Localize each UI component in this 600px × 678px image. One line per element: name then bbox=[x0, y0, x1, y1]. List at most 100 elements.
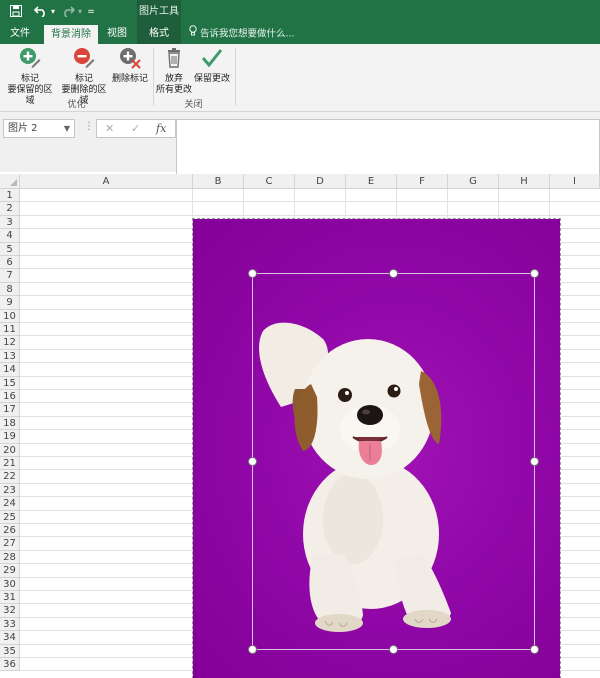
grid-row-line bbox=[20, 201, 600, 203]
tab-format[interactable]: 格式 bbox=[137, 24, 181, 44]
row-header[interactable]: 31 bbox=[0, 591, 20, 605]
row-header[interactable]: 13 bbox=[0, 349, 20, 364]
minus-pencil-icon bbox=[58, 47, 110, 73]
row-header[interactable]: 26 bbox=[0, 524, 20, 538]
excel-window: ▾ ▾ = 图片工具 文件 背景消除 视图 格式 告诉我您想要做什么... 标记… bbox=[0, 0, 600, 678]
ribbon-separator bbox=[235, 48, 236, 106]
row-header[interactable]: 18 bbox=[0, 416, 20, 431]
row-header[interactable]: 15 bbox=[0, 376, 20, 390]
group-close-label: 关闭 bbox=[184, 100, 203, 110]
row-header[interactable]: 16 bbox=[0, 390, 20, 404]
row-header[interactable]: 33 bbox=[0, 617, 20, 632]
row-header[interactable]: 10 bbox=[0, 309, 20, 323]
undo-dropdown-icon[interactable]: ▾ bbox=[49, 2, 57, 22]
row-header[interactable]: 29 bbox=[0, 564, 20, 578]
row-header[interactable]: 8 bbox=[0, 282, 20, 297]
mark-keep-line1: 标记 bbox=[20, 74, 39, 84]
tell-me-text: 告诉我您想要做什么... bbox=[200, 28, 295, 40]
resize-handle-top[interactable] bbox=[389, 269, 398, 278]
delete-mark-button[interactable]: 删除标记 bbox=[111, 47, 149, 85]
column-header[interactable]: D bbox=[295, 174, 346, 189]
row-header[interactable]: 1 bbox=[0, 189, 20, 203]
row-header[interactable]: 35 bbox=[0, 644, 20, 658]
select-all-corner[interactable] bbox=[0, 174, 20, 189]
column-header[interactable]: A bbox=[20, 174, 193, 189]
row-header[interactable]: 4 bbox=[0, 229, 20, 243]
row-header[interactable]: 2 bbox=[0, 202, 20, 216]
column-header[interactable]: C bbox=[244, 174, 295, 189]
row-header[interactable]: 3 bbox=[0, 215, 20, 230]
resize-handle-right[interactable] bbox=[530, 457, 539, 466]
redo-dropdown-icon[interactable]: ▾ bbox=[76, 2, 84, 22]
name-box-value: 图片 2 bbox=[8, 123, 38, 134]
row-header[interactable]: 21 bbox=[0, 457, 20, 471]
redo-icon[interactable] bbox=[60, 2, 76, 22]
column-header[interactable]: E bbox=[346, 174, 397, 189]
row-header[interactable]: 30 bbox=[0, 577, 20, 591]
formula-bar-area: 图片 2 ▼ ⋮ ✕ ✓ fx bbox=[0, 112, 600, 176]
tab-background-removal[interactable]: 背景消除 bbox=[44, 25, 98, 44]
chevron-down-icon[interactable]: ▼ bbox=[64, 120, 70, 137]
column-header[interactable]: H bbox=[499, 174, 550, 189]
discard-all-button[interactable]: 放弃 所有更改 bbox=[156, 47, 192, 96]
row-header[interactable]: 22 bbox=[0, 470, 20, 484]
picture-tools-label: 图片工具 bbox=[137, 0, 181, 24]
row-header[interactable]: 5 bbox=[0, 242, 20, 256]
discard-line1: 放弃 bbox=[164, 74, 183, 84]
insert-function-button[interactable]: fx bbox=[156, 121, 166, 136]
row-header[interactable]: 36 bbox=[0, 658, 20, 672]
enter-formula-button[interactable]: ✓ bbox=[131, 121, 140, 136]
formula-bar-grip[interactable]: ⋮ bbox=[84, 121, 94, 132]
ribbon: 标记 要保留的区域 标记 要删除的区域 删除标记 优化 放弃 所有更改 保留更改… bbox=[0, 44, 600, 112]
row-header[interactable]: 28 bbox=[0, 550, 20, 565]
resize-handle-top-left[interactable] bbox=[248, 269, 257, 278]
row-header[interactable]: 12 bbox=[0, 336, 20, 350]
column-header[interactable]: F bbox=[397, 174, 448, 189]
row-header[interactable]: 34 bbox=[0, 631, 20, 645]
formula-input[interactable] bbox=[176, 119, 600, 176]
title-bar: ▾ ▾ = 图片工具 bbox=[0, 0, 600, 24]
row-header[interactable]: 32 bbox=[0, 604, 20, 618]
group-refine-label: 优化 bbox=[67, 100, 86, 110]
row-header[interactable]: 9 bbox=[0, 296, 20, 310]
row-header[interactable]: 20 bbox=[0, 443, 20, 457]
grid-row-line bbox=[20, 214, 600, 216]
formula-buttons: ✕ ✓ fx bbox=[96, 119, 176, 138]
row-header[interactable]: 24 bbox=[0, 497, 20, 511]
row-header[interactable]: 25 bbox=[0, 510, 20, 524]
tell-me-box[interactable]: 告诉我您想要做什么... bbox=[189, 24, 295, 44]
resize-handle-top-right[interactable] bbox=[530, 269, 539, 278]
save-icon[interactable] bbox=[8, 2, 24, 22]
row-header[interactable]: 7 bbox=[0, 269, 20, 283]
row-header[interactable]: 14 bbox=[0, 363, 20, 377]
removal-selection-rect[interactable] bbox=[252, 273, 535, 650]
row-header[interactable]: 6 bbox=[0, 256, 20, 270]
undo-icon[interactable] bbox=[33, 2, 49, 22]
trash-icon bbox=[156, 47, 192, 73]
column-header[interactable]: I bbox=[550, 174, 600, 189]
row-header[interactable]: 19 bbox=[0, 430, 20, 444]
checkmark-icon bbox=[193, 47, 231, 73]
column-header[interactable]: G bbox=[448, 174, 499, 189]
customize-qat-icon[interactable]: = bbox=[86, 2, 96, 22]
row-header[interactable]: 27 bbox=[0, 537, 20, 551]
plus-pencil-icon bbox=[4, 47, 56, 73]
lightbulb-icon bbox=[189, 24, 197, 44]
row-header[interactable]: 11 bbox=[0, 323, 20, 337]
resize-handle-bottom-right[interactable] bbox=[530, 645, 539, 654]
resize-handle-left[interactable] bbox=[248, 457, 257, 466]
column-header[interactable]: B bbox=[193, 174, 244, 189]
tab-file[interactable]: 文件 bbox=[2, 24, 38, 44]
cancel-formula-button[interactable]: ✕ bbox=[105, 121, 114, 136]
delete-mark-label: 删除标记 bbox=[111, 74, 148, 84]
tab-view[interactable]: 视图 bbox=[100, 24, 134, 44]
resize-handle-bottom[interactable] bbox=[389, 645, 398, 654]
row-header[interactable]: 17 bbox=[0, 403, 20, 417]
name-box[interactable]: 图片 2 ▼ bbox=[3, 119, 75, 138]
mark-remove-line1: 标记 bbox=[74, 74, 93, 84]
keep-changes-label: 保留更改 bbox=[193, 74, 230, 84]
row-header[interactable]: 23 bbox=[0, 483, 20, 498]
resize-handle-bottom-left[interactable] bbox=[248, 645, 257, 654]
keep-changes-button[interactable]: 保留更改 bbox=[193, 47, 231, 85]
ribbon-tabs: 文件 背景消除 视图 格式 告诉我您想要做什么... bbox=[0, 24, 600, 44]
